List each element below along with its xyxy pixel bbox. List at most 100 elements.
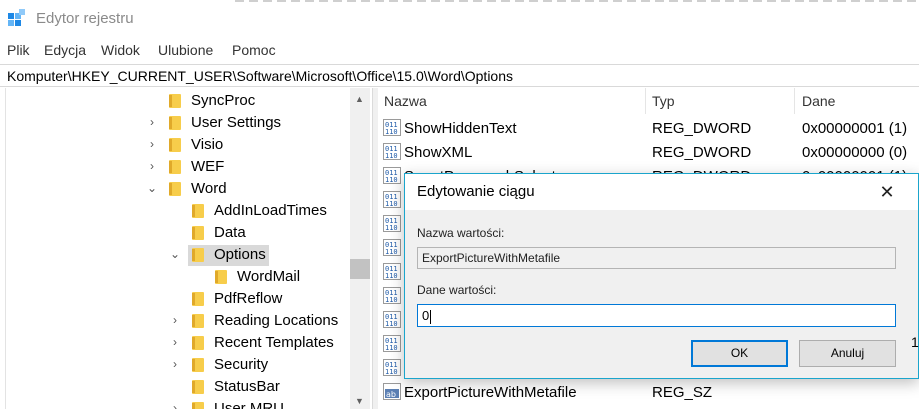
- tree-item-label: WEF: [191, 158, 225, 175]
- column-header-name[interactable]: Nazwa: [384, 93, 427, 109]
- value-type: REG_DWORD: [652, 120, 752, 137]
- tree-item-label: PdfReflow: [214, 290, 283, 307]
- registry-editor-icon: [8, 9, 25, 26]
- folder-icon: [169, 116, 181, 130]
- menu-edycja[interactable]: Edycja: [44, 42, 86, 58]
- menu-bar: Plik Edycja Widok Ulubione Pomoc: [0, 38, 919, 62]
- column-header-data[interactable]: Dane: [802, 93, 835, 109]
- close-icon[interactable]: ✕: [876, 181, 898, 203]
- tree-item-selected[interactable]: ⌄ Options: [0, 244, 350, 266]
- value-name: ExportPictureWithMetafile: [404, 384, 577, 401]
- svg-text:110: 110: [385, 248, 398, 256]
- svg-text:110: 110: [385, 368, 398, 376]
- scrollbar-thumb[interactable]: [350, 259, 370, 279]
- list-item[interactable]: 011 110 ShowXML REG_DWORD 0x00000000 (0): [378, 140, 919, 164]
- scroll-up-arrow-icon[interactable]: ▲: [355, 94, 364, 104]
- menu-plik[interactable]: Plik: [7, 42, 30, 58]
- value-data: 0x00000001 (1): [802, 120, 908, 137]
- window-title: Edytor rejestru: [36, 10, 134, 27]
- tree-item[interactable]: Data: [0, 222, 350, 244]
- svg-text:110: 110: [385, 296, 398, 304]
- value-name: ShowHiddenText: [404, 120, 517, 137]
- column-header-type[interactable]: Typ: [652, 93, 675, 109]
- tree-item[interactable]: WordMail: [0, 266, 350, 288]
- binary-value-icon: 011110: [383, 167, 401, 184]
- chevron-down-icon[interactable]: ⌄: [169, 247, 181, 261]
- tree-item-label: User MRU: [214, 400, 284, 409]
- chevron-right-icon[interactable]: ›: [169, 313, 181, 327]
- binary-value-icon: 011110: [383, 311, 401, 328]
- tree-item[interactable]: › Recent Templates: [0, 332, 350, 354]
- svg-text:110: 110: [385, 176, 398, 184]
- value-name-label: Nazwa wartości:: [417, 226, 505, 240]
- chevron-right-icon[interactable]: ›: [169, 357, 181, 371]
- tree-item[interactable]: StatusBar: [0, 376, 350, 398]
- tree-item[interactable]: PdfReflow: [0, 288, 350, 310]
- address-path[interactable]: Komputer\HKEY_CURRENT_USER\Software\Micr…: [7, 68, 513, 84]
- chevron-right-icon[interactable]: ›: [146, 137, 158, 151]
- value-data: 0x00000000 (0): [802, 144, 908, 161]
- svg-text:110: 110: [385, 320, 398, 328]
- value-type: REG_DWORD: [652, 144, 752, 161]
- svg-text:110: 110: [385, 272, 398, 280]
- tree-item[interactable]: ⌄ Word: [0, 178, 350, 200]
- menu-widok[interactable]: Widok: [101, 42, 140, 58]
- svg-text:110: 110: [385, 200, 398, 208]
- chevron-right-icon[interactable]: ›: [169, 401, 181, 409]
- key-tree: SyncProc › User Settings › Visio › WEF ⌄…: [0, 88, 372, 409]
- tree-item-label: User Settings: [191, 114, 282, 131]
- tree-item-label: Recent Templates: [214, 334, 334, 351]
- tree-item-label: Word: [191, 180, 227, 197]
- binary-value-icon: 011110: [383, 119, 401, 136]
- chevron-down-icon[interactable]: ⌄: [146, 181, 158, 195]
- menu-pomoc[interactable]: Pomoc: [232, 42, 276, 58]
- menu-ulubione[interactable]: Ulubione: [158, 42, 213, 58]
- value-name-field: ExportPictureWithMetafile: [417, 247, 896, 269]
- string-value-icon: ab: [383, 383, 401, 400]
- binary-value-icon: 011110: [383, 359, 401, 376]
- ok-button[interactable]: OK: [691, 340, 788, 367]
- tree-item[interactable]: SyncProc: [0, 90, 350, 112]
- tree-item-label: Visio: [191, 136, 224, 153]
- tree-item-label: StatusBar: [214, 378, 280, 395]
- binary-value-icon: 011110: [383, 263, 401, 280]
- column-separator[interactable]: [645, 88, 646, 114]
- svg-text:110: 110: [385, 128, 398, 136]
- scroll-down-arrow-icon[interactable]: ▼: [355, 396, 364, 406]
- chevron-right-icon[interactable]: ›: [146, 159, 158, 173]
- binary-value-icon: 011110: [383, 191, 401, 208]
- chevron-right-icon[interactable]: ›: [146, 115, 158, 129]
- tree-item[interactable]: › Security: [0, 354, 350, 376]
- tree-item-label: AddInLoadTimes: [214, 202, 327, 219]
- tree-item[interactable]: AddInLoadTimes: [0, 200, 350, 222]
- binary-value-icon: 011110: [383, 287, 401, 304]
- tree-scrollbar[interactable]: ▲ ▼: [350, 88, 370, 409]
- value-data-input[interactable]: 0: [417, 304, 896, 327]
- tree-item-label: SyncProc: [191, 92, 256, 109]
- svg-text:ab: ab: [386, 390, 396, 399]
- tree-item[interactable]: › WEF: [0, 156, 350, 178]
- svg-text:110: 110: [385, 224, 398, 232]
- dialog-title: Edytowanie ciągu: [417, 183, 535, 200]
- folder-icon: [169, 138, 181, 152]
- folder-icon: [192, 292, 204, 306]
- dialog-title-bar[interactable]: Edytowanie ciągu ✕: [405, 174, 918, 210]
- column-separator[interactable]: [794, 88, 795, 114]
- binary-value-icon: 011110: [383, 215, 401, 232]
- folder-icon: [192, 380, 204, 394]
- tree-item[interactable]: › User MRU: [0, 398, 350, 409]
- tree-item[interactable]: › Visio: [0, 134, 350, 156]
- list-item[interactable]: ab ExportPictureWithMetafile REG_SZ: [378, 380, 919, 404]
- tree-item[interactable]: › User Settings: [0, 112, 350, 134]
- folder-icon: [215, 270, 227, 284]
- chevron-right-icon[interactable]: ›: [169, 335, 181, 349]
- tree-item-label: Data: [214, 224, 246, 241]
- list-item[interactable]: 011 110 ShowHiddenText REG_DWORD 0x00000001 …: [378, 116, 919, 140]
- folder-icon: [192, 204, 204, 218]
- cancel-button[interactable]: Anuluj: [799, 340, 896, 367]
- address-bar[interactable]: Komputer\HKEY_CURRENT_USER\Software\Micr…: [0, 64, 919, 87]
- folder-icon: [192, 402, 204, 409]
- tree-item[interactable]: › Reading Locations: [0, 310, 350, 332]
- binary-value-icon: 011110: [383, 239, 401, 256]
- svg-text:110: 110: [385, 344, 398, 352]
